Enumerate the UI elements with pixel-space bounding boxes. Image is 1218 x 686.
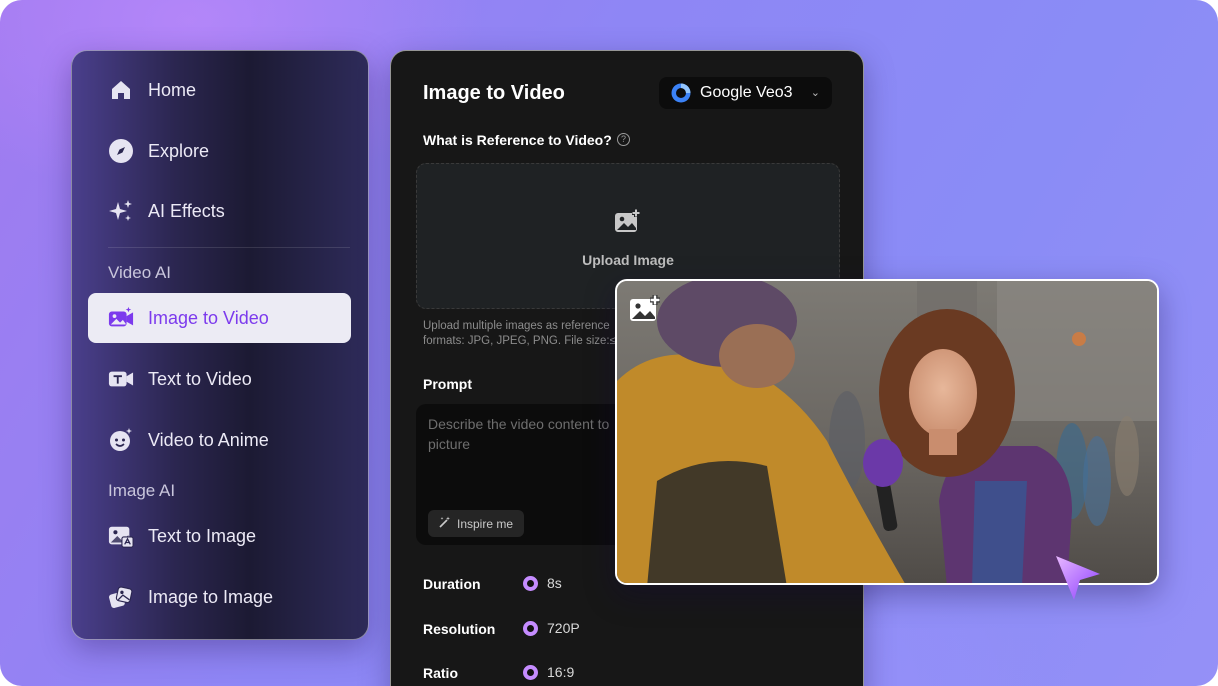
section-title-video-ai: Video AI xyxy=(108,263,172,282)
chevron-down-icon: ⌄ xyxy=(810,87,820,99)
radio-selected-icon xyxy=(523,620,538,636)
sidebar-item-video-to-anime[interactable]: Video to Anime xyxy=(88,415,351,465)
compass-icon xyxy=(108,138,134,164)
sparkle-icon xyxy=(108,198,134,224)
inspire-me-button[interactable]: Inspire me xyxy=(428,510,525,537)
ratio-label: Ratio xyxy=(423,665,458,681)
sidebar-item-label: Image to Video xyxy=(148,307,269,328)
street-interview-photo xyxy=(617,281,1157,583)
inspire-me-label: Inspire me xyxy=(457,516,514,531)
sidebar-item-label: Video to Anime xyxy=(148,429,269,450)
sidebar-item-label: AI Effects xyxy=(148,200,225,221)
sidebar-item-home[interactable]: Home xyxy=(88,65,351,115)
anime-face-icon xyxy=(108,427,134,453)
sidebar-item-ai-effects[interactable]: AI Effects xyxy=(88,186,351,236)
sidebar-item-explore[interactable]: Explore xyxy=(88,126,351,176)
duration-label: Duration xyxy=(423,576,481,592)
upload-note: Upload multiple images as reference form… xyxy=(423,319,623,349)
radio-selected-icon xyxy=(523,664,538,680)
veo-logo-icon xyxy=(671,83,691,103)
model-select[interactable]: Google Veo3 ⌄ xyxy=(659,77,832,109)
ratio-option[interactable]: 16:9 xyxy=(523,664,574,680)
divider xyxy=(108,247,350,248)
radio-selected-icon xyxy=(523,575,538,591)
duration-option[interactable]: 8s xyxy=(523,575,562,591)
sidebar-item-text-to-video[interactable]: Text to Video xyxy=(88,354,351,404)
section-title-image-ai: Image AI xyxy=(108,481,176,500)
help-icon[interactable]: ? xyxy=(617,133,630,146)
reference-label: What is Reference to Video? xyxy=(423,132,612,148)
image-image-icon xyxy=(108,584,134,610)
ratio-value: 16:9 xyxy=(547,664,575,680)
add-image-icon xyxy=(614,209,642,238)
model-name: Google Veo3 xyxy=(700,84,793,101)
image-video-icon xyxy=(108,305,134,331)
sidebar-item-image-to-video[interactable]: Image to Video xyxy=(88,293,351,343)
text-image-icon xyxy=(108,523,134,549)
resolution-value: 720P xyxy=(547,620,580,636)
sidebar: Home Explore AI Effects Video AI Image t… xyxy=(71,50,369,640)
magic-wand-icon xyxy=(439,516,451,531)
sidebar-item-label: Image to Image xyxy=(148,586,274,607)
duration-value: 8s xyxy=(547,575,562,591)
home-icon xyxy=(108,77,134,103)
prompt-placeholder: Describe the video content to picture xyxy=(428,416,610,452)
sidebar-item-label: Home xyxy=(148,79,197,100)
background: Home Explore AI Effects Video AI Image t… xyxy=(0,0,1218,686)
text-video-icon xyxy=(108,366,134,392)
upload-note-line: Upload multiple images as reference xyxy=(423,320,610,332)
sidebar-item-text-to-image[interactable]: Text to Image xyxy=(88,511,351,561)
panel-title: Image to Video xyxy=(423,82,565,104)
upload-note-line: formats: JPG, JPEG, PNG. File size:≤ xyxy=(423,335,616,347)
sidebar-item-label: Text to Video xyxy=(148,368,252,389)
resolution-option[interactable]: 720P xyxy=(523,620,580,636)
resolution-label: Resolution xyxy=(423,621,496,637)
upload-label: Upload Image xyxy=(582,252,674,268)
cursor-arrow-icon xyxy=(1052,552,1104,609)
prompt-label: Prompt xyxy=(423,376,472,392)
reference-photo xyxy=(615,279,1159,585)
sidebar-item-label: Explore xyxy=(148,140,210,161)
sidebar-item-label: Text to Image xyxy=(148,525,257,546)
sidebar-item-image-to-image[interactable]: Image to Image xyxy=(88,572,351,622)
